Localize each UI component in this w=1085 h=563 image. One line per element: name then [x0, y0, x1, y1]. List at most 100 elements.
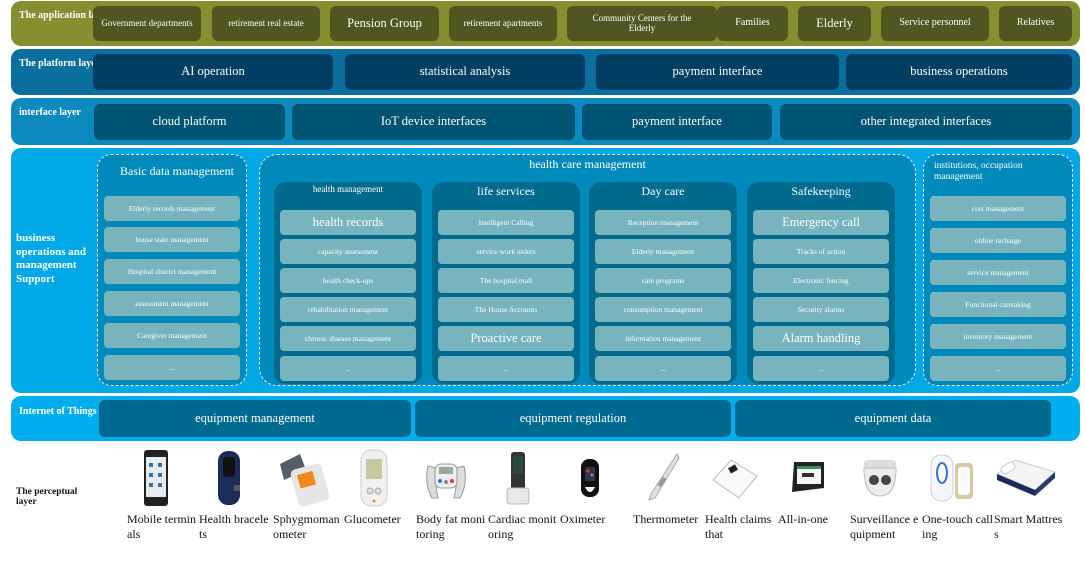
group-item: The hospital mall — [438, 268, 574, 293]
device-label: Mobile terminals — [127, 512, 196, 541]
smart-mattress-icon — [994, 448, 1058, 508]
app-item-elderly: Elderly — [798, 6, 871, 41]
group-item: service work orders — [438, 239, 574, 264]
group-title: health management — [312, 184, 384, 194]
app-item-apartments: retirement apartments — [449, 6, 557, 41]
group-item: chronic disease management — [280, 326, 416, 351]
bracelet-icon — [199, 448, 259, 508]
interface-item-iot-device: IoT device interfaces — [292, 104, 575, 140]
group-item: Intelligent Calling — [438, 210, 574, 235]
group-item: ... — [595, 356, 731, 381]
interface-layer-label: interface layer — [19, 107, 81, 118]
institutions-item: Functional caretaking — [930, 292, 1066, 317]
device-label: Thermometer — [633, 512, 699, 526]
group-item: ... — [753, 356, 889, 381]
device-label: Cardiac monitoring — [488, 512, 557, 541]
group-item: Emergency call — [753, 210, 889, 235]
group-item: Reception management — [595, 210, 731, 235]
group-item: Tracks of action — [753, 239, 889, 264]
platform-layer-label: The platform layer — [19, 58, 101, 69]
mobile-phone-icon — [127, 448, 187, 508]
device-health-bracelets: Health bracelets — [199, 448, 271, 542]
device-label: Oximeter — [560, 512, 606, 526]
institutions-title: institutions, occupation management — [934, 161, 1023, 182]
app-item-community-centers: Community Centers for the Elderly — [567, 6, 717, 41]
institutions-item: service management — [930, 260, 1066, 285]
health-care-management-panel: health care management health management… — [259, 154, 916, 386]
device-glucometer: Glucometer — [344, 448, 416, 527]
institutions-item: ... — [930, 356, 1066, 381]
institutions-item: inventory management — [930, 324, 1066, 349]
device-label: Smart Mattress — [994, 512, 1063, 541]
cardiac-monitor-icon — [488, 448, 548, 508]
iot-management-layer: Internet of Things Management equipment … — [11, 396, 1080, 441]
call-button-icon — [922, 448, 982, 508]
platform-item-statistical-analysis: statistical analysis — [345, 54, 585, 90]
platform-item-payment-interface: payment interface — [596, 54, 839, 90]
group-title: life services — [477, 184, 535, 198]
device-all-in-one: All-in-one — [778, 448, 850, 527]
device-label: Surveillance equipment — [850, 512, 919, 541]
app-item-service-personnel: Service personnel — [881, 6, 989, 41]
device-health-claims: Health claims that — [705, 448, 777, 542]
group-title: Day care — [641, 184, 685, 198]
platform-item-ai-operation: AI operation — [93, 54, 333, 90]
device-surveillance-equipment: Surveillance equipment — [850, 448, 922, 542]
business-operations-layer: business operations and management Suppo… — [11, 148, 1080, 393]
app-item-pension-group: Pension Group — [330, 6, 439, 41]
application-layer: The application layer Government departm… — [11, 1, 1080, 46]
blood-pressure-monitor-icon — [273, 448, 333, 508]
device-label: Body fat monitoring — [416, 512, 486, 541]
institutions-item: cost management — [930, 196, 1066, 221]
app-item-government: Government departments — [93, 6, 201, 41]
perceptual-layer-label: The perceptual layer — [16, 487, 78, 507]
group-item: The House Accounts — [438, 297, 574, 322]
device-sphygmomanometer: Sphygmomanometer — [273, 448, 345, 542]
group-item: consumption management — [595, 297, 731, 322]
group-title: Safekeeping — [791, 184, 851, 198]
institutions-management-panel: institutions, occupation management cost… — [923, 154, 1073, 386]
health-management-group: health management health records capacit… — [274, 182, 422, 384]
health-care-title: health care management — [529, 157, 646, 171]
basic-data-item: Caregiver management — [104, 323, 240, 348]
app-item-real-estate: retirement real estate — [212, 6, 320, 41]
platform-item-business-operations: business operations — [846, 54, 1072, 90]
group-item: ... — [280, 356, 416, 381]
body-fat-monitor-icon — [416, 448, 476, 508]
basic-data-item: assessment management — [104, 291, 240, 316]
interface-item-cloud-platform: cloud platform — [94, 104, 285, 140]
basic-data-title: Basic data management — [120, 164, 234, 178]
group-item: information management — [595, 326, 731, 351]
basic-data-management-panel: Basic data management Elderly records ma… — [97, 154, 247, 386]
glucometer-icon — [344, 448, 404, 508]
basic-data-item: Hospital district management — [104, 259, 240, 284]
oximeter-icon — [560, 448, 620, 508]
group-item: health check-ups — [280, 268, 416, 293]
basic-data-item: house state management — [104, 227, 240, 252]
thermometer-icon — [633, 448, 693, 508]
basic-data-item: Elderly records management — [104, 196, 240, 221]
surveillance-camera-icon — [850, 448, 910, 508]
device-smart-mattress: Smart Mattress — [994, 448, 1066, 542]
platform-layer: The platform layer AI operation statisti… — [11, 49, 1080, 95]
group-item: capacity assessment — [280, 239, 416, 264]
business-layer-label: business operations and management Suppo… — [16, 232, 86, 285]
group-item: rehabilitation management — [280, 297, 416, 322]
iot-item-equipment-management: equipment management — [99, 400, 411, 437]
device-label: Glucometer — [344, 512, 401, 526]
group-item: Elderly management — [595, 239, 731, 264]
institutions-item: online recharge — [930, 228, 1066, 253]
all-in-one-terminal-icon — [778, 448, 838, 508]
group-item: Electronic fencing — [753, 268, 889, 293]
device-label: Health claims that — [705, 512, 772, 541]
group-item: ... — [438, 356, 574, 381]
device-label: Sphygmomanometer — [273, 512, 340, 541]
group-item: Proactive care — [438, 326, 574, 351]
interface-item-payment: payment interface — [582, 104, 772, 140]
app-item-families: Families — [717, 6, 788, 41]
device-body-fat-monitoring: Body fat monitoring — [416, 448, 488, 542]
device-oximeter: Oximeter — [560, 448, 632, 527]
app-item-relatives: Relatives — [999, 6, 1072, 41]
basic-data-item: ... — [104, 355, 240, 380]
device-cardiac-monitoring: Cardiac monitoring — [488, 448, 560, 542]
